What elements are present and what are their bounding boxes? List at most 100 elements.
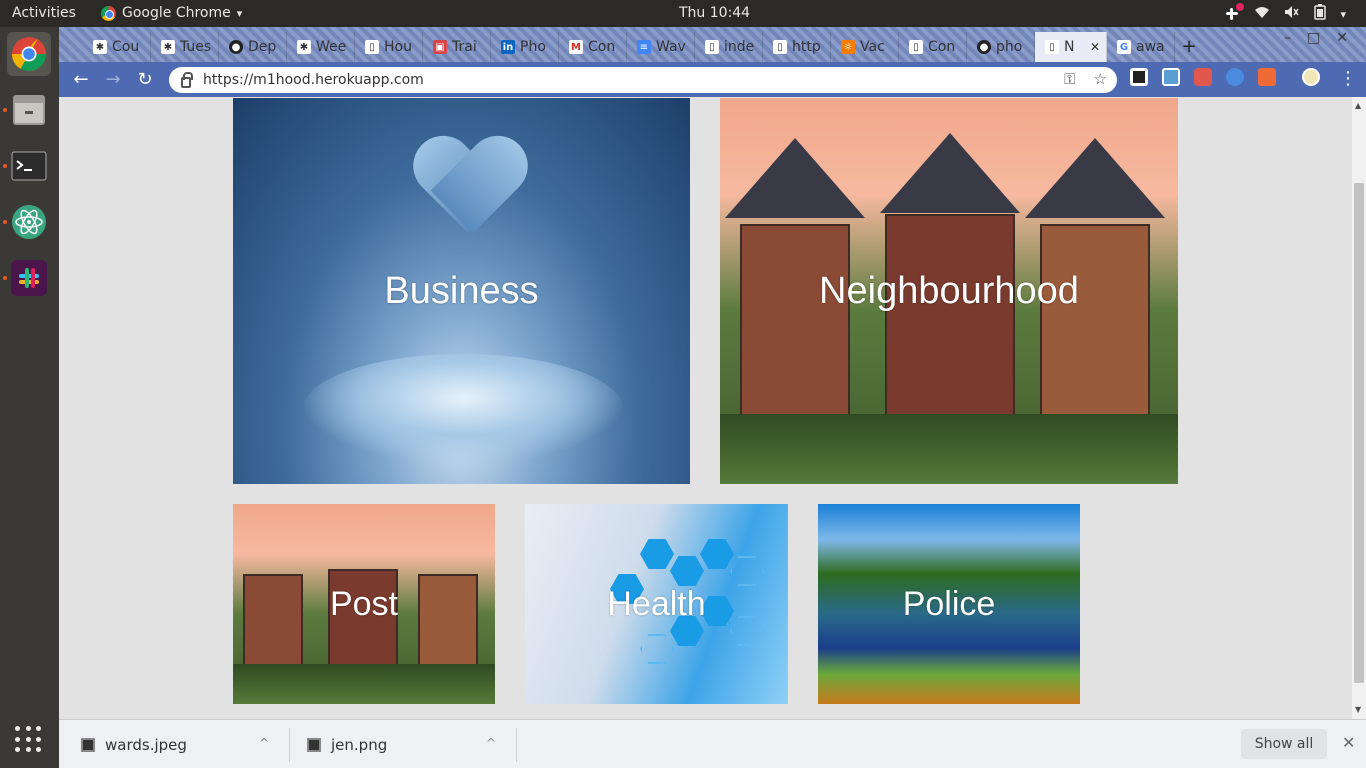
- image-file-icon: [307, 738, 321, 752]
- slack-icon: [11, 260, 47, 296]
- show-applications-icon[interactable]: [15, 726, 43, 754]
- star-extension-icon[interactable]: [1258, 68, 1276, 86]
- dock-atom[interactable]: [7, 200, 51, 244]
- tab-title: N: [1064, 39, 1075, 55]
- star-icon[interactable]: ☆: [1094, 70, 1107, 88]
- neighbourhood-card[interactable]: Neighbourhood: [720, 98, 1178, 484]
- app-menu[interactable]: Google Chrome ▾: [101, 5, 242, 21]
- google-icon: G: [1117, 40, 1131, 54]
- download-item[interactable]: jen.png: [307, 732, 387, 758]
- tab[interactable]: ● pho: [967, 32, 1035, 62]
- browser-toolbar: ← → ↻ https://m1hood.herokuapp.com ⚿ ☆ ⋮: [59, 62, 1366, 97]
- garden-image: [720, 414, 1178, 484]
- download-item[interactable]: wards.jpeg: [81, 732, 187, 758]
- window-controls: – □ ✕: [1284, 30, 1348, 46]
- back-button[interactable]: ←: [65, 69, 97, 90]
- tab[interactable]: ▯ http: [763, 32, 831, 62]
- running-indicator: [3, 108, 7, 112]
- post-card[interactable]: Post: [233, 504, 495, 704]
- extension-icon[interactable]: [1162, 68, 1180, 86]
- gmail-icon: M: [569, 40, 583, 54]
- tab-title: Wav: [656, 39, 686, 55]
- menu-icon[interactable]: ⋮: [1339, 68, 1357, 89]
- puzzle-icon: ✱: [93, 40, 107, 54]
- police-card[interactable]: Police: [818, 504, 1080, 704]
- running-indicator: [3, 276, 7, 280]
- sync-extension-icon[interactable]: [1226, 68, 1244, 86]
- card-label: Neighbourhood: [819, 269, 1079, 312]
- reload-button[interactable]: ↻: [129, 69, 161, 90]
- tab[interactable]: Gawa: [1107, 32, 1175, 62]
- tab-active[interactable]: ▯ N ✕: [1035, 32, 1107, 62]
- slack-tray-icon[interactable]: [1224, 3, 1245, 22]
- dock-terminal[interactable]: [7, 144, 51, 188]
- chevron-up-icon[interactable]: ^: [259, 736, 269, 750]
- tab-title: inde: [724, 39, 755, 55]
- activities-button[interactable]: Activities: [12, 5, 76, 21]
- chrome-icon: [12, 37, 46, 71]
- record-extension-icon[interactable]: [1194, 68, 1212, 86]
- scroll-up-icon[interactable]: ▲: [1355, 101, 1361, 110]
- download-filename: jen.png: [331, 736, 388, 754]
- tab[interactable]: ▣ Trai: [423, 32, 491, 62]
- garden-image: [233, 664, 495, 704]
- wifi-icon[interactable]: [1254, 5, 1270, 23]
- tab[interactable]: ▯ Con: [899, 32, 967, 62]
- dock-slack[interactable]: [7, 256, 51, 300]
- divider: [516, 728, 517, 762]
- water-heart-image: [413, 138, 523, 248]
- app-name: Google Chrome: [122, 5, 231, 21]
- close-window-button[interactable]: ✕: [1336, 30, 1348, 46]
- scroll-down-icon[interactable]: ▼: [1355, 705, 1361, 714]
- close-icon[interactable]: ✕: [1090, 40, 1100, 54]
- show-all-button[interactable]: Show all: [1241, 729, 1327, 759]
- tab[interactable]: ● Dep: [219, 32, 287, 62]
- chevron-down-icon: ▾: [236, 6, 243, 20]
- tab[interactable]: ✱ Cou: [83, 32, 151, 62]
- battery-icon[interactable]: [1314, 4, 1327, 24]
- document-icon: ▯: [705, 40, 719, 54]
- scrollbar-thumb[interactable]: [1354, 183, 1364, 683]
- forward-button[interactable]: →: [97, 69, 129, 90]
- profile-avatar[interactable]: [1302, 68, 1320, 86]
- tab[interactable]: ✱ Wee: [287, 32, 355, 62]
- tab[interactable]: ≡ Wav: [627, 32, 695, 62]
- close-icon[interactable]: ✕: [1342, 733, 1355, 752]
- chevron-down-icon[interactable]: ▾: [1340, 8, 1346, 21]
- tab-title: Wee: [316, 39, 347, 55]
- tab[interactable]: ✱ Tues: [151, 32, 219, 62]
- medical-hex-icon: [640, 634, 674, 664]
- extension-icon[interactable]: [1130, 68, 1148, 86]
- chevron-up-icon[interactable]: ^: [486, 736, 496, 750]
- tab[interactable]: M Con: [559, 32, 627, 62]
- page-viewport: Business Neighbourhood Post Health Polic…: [59, 97, 1352, 719]
- clock[interactable]: Thu 10:44: [679, 5, 750, 21]
- roof-shape: [880, 133, 1020, 213]
- dock-chrome[interactable]: [7, 32, 51, 76]
- minimize-button[interactable]: –: [1284, 30, 1291, 46]
- new-tab-button[interactable]: +: [1175, 32, 1203, 62]
- business-card[interactable]: Business: [233, 98, 690, 484]
- tab[interactable]: ▯ Hou: [355, 32, 423, 62]
- tab-strip: ✱ Cou ✱ Tues ● Dep ✱ Wee ▯ Hou ▣ Trai in Pho MC…: [59, 27, 1366, 62]
- file-cabinet-icon: [13, 95, 45, 125]
- water-splash-image: [303, 354, 623, 464]
- running-indicator: [3, 220, 7, 224]
- system-tray[interactable]: ▾: [1224, 3, 1346, 24]
- lock-icon[interactable]: [181, 71, 193, 88]
- ubuntu-dock: [0, 27, 59, 768]
- tab[interactable]: in Pho: [491, 32, 559, 62]
- health-card[interactable]: Health: [525, 504, 788, 704]
- page-scrollbar[interactable]: ▲ ▼: [1352, 97, 1366, 719]
- key-icon[interactable]: ⚿: [1064, 70, 1075, 88]
- maximize-button[interactable]: □: [1307, 30, 1320, 46]
- volume-icon[interactable]: [1284, 5, 1300, 23]
- tab[interactable]: ☼ Vac: [831, 32, 899, 62]
- roof-shape: [1025, 138, 1165, 218]
- url-text[interactable]: https://m1hood.herokuapp.com: [203, 72, 424, 88]
- dock-files[interactable]: [7, 88, 51, 132]
- tab-title: Tues: [180, 39, 212, 55]
- address-bar[interactable]: https://m1hood.herokuapp.com ⚿ ☆: [169, 67, 1117, 93]
- tab[interactable]: ▯ inde: [695, 32, 763, 62]
- medical-hex-icon: [730, 616, 764, 646]
